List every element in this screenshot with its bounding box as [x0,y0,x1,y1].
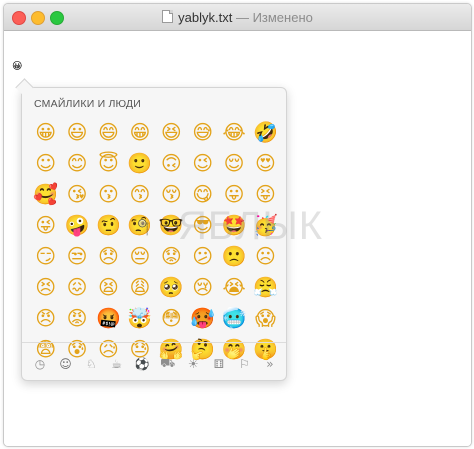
emoji-cell[interactable]: 😏 [30,240,61,271]
emoji-cell[interactable]: 🥶 [218,302,249,333]
emoji-picker: СМАЙЛИКИ И ЛЮДИ 😀 😃 😄 😁 😆 😅 😂 🤣 ☺ 😊 😇 🙂 🙃 😉 😌 😍 🥰 😘 😗 😙 😚 😋 😛 😝… [15,78,287,381]
emoji-cell[interactable]: 🥰 [30,178,61,209]
emoji-cell[interactable]: 😉 [187,147,218,178]
emoji-cell[interactable]: 🙂 [124,147,155,178]
filename: yablyk.txt [178,10,233,25]
emoji-cell[interactable]: 😭 [218,271,249,302]
emoji-cell[interactable]: 😍 [250,147,281,178]
emoji-cell[interactable]: 😎 [187,209,218,240]
emoji-cell[interactable]: 😢 [187,271,218,302]
emoji-cell[interactable]: 😁 [124,116,155,147]
emoji-cell[interactable]: 😠 [30,302,61,333]
emoji-cell[interactable]: 🤬 [93,302,124,333]
emoji-cell[interactable]: 😀 [30,116,61,147]
emoji-cell[interactable]: 😞 [93,240,124,271]
emoji-cell[interactable]: 😫 [93,271,124,302]
title-bar[interactable]: yablyk.txt — Изменено [4,4,471,31]
emoji-cell[interactable]: 🥵 [187,302,218,333]
emoji-cell[interactable]: 😤 [250,271,281,302]
emoji-cell[interactable]: 😇 [93,147,124,178]
text-editor-window: yablyk.txt — Изменено 😀 СМАЙЛИКИ И ЛЮДИ … [3,3,472,447]
emoji-cell[interactable]: 😕 [187,240,218,271]
emoji-cell[interactable]: 😟 [156,240,187,271]
emoji-cell[interactable]: 😖 [61,271,92,302]
emoji-cell[interactable]: 🥺 [156,271,187,302]
category-title: СМАЙЛИКИ И ЛЮДИ [34,98,141,110]
emoji-cell[interactable]: 🤯 [124,302,155,333]
emoji-cell[interactable]: 🙁 [218,240,249,271]
emoji-cell[interactable]: 😱 [250,302,281,333]
flag-icon[interactable]: ⚐ [234,357,254,371]
emoji-cell[interactable]: 🤪 [61,209,92,240]
inserted-emoji: 😀 [12,61,23,72]
emoji-cell[interactable]: 😩 [124,271,155,302]
emoji-cell[interactable]: 😄 [93,116,124,147]
emoji-cell[interactable]: 😃 [61,116,92,147]
animal-icon[interactable]: ♘ [81,357,101,371]
objects-icon[interactable]: ☀ [183,357,203,371]
emoji-cell[interactable]: 🧐 [124,209,155,240]
emoji-cell[interactable]: 🙃 [156,147,187,178]
window-title: yablyk.txt — Изменено [4,10,471,25]
symbols-icon[interactable]: ⚅ [209,357,229,371]
smiley-icon[interactable]: ☺ [56,357,76,371]
emoji-cell[interactable]: 😗 [93,178,124,209]
emoji-cell[interactable]: 😝 [250,178,281,209]
emoji-cell[interactable]: 😂 [218,116,249,147]
emoji-cell[interactable]: 😙 [124,178,155,209]
emoji-cell[interactable]: ☹ [250,240,281,271]
emoji-cell[interactable]: 😡 [61,302,92,333]
emoji-cell[interactable]: 🤩 [218,209,249,240]
travel-icon[interactable]: ⛟ [158,356,178,372]
emoji-cell[interactable]: 😣 [30,271,61,302]
more-icon[interactable]: » [260,357,280,371]
emoji-cell[interactable]: ☺ [30,147,61,178]
emoji-cell[interactable]: 😌 [218,147,249,178]
emoji-cell[interactable]: 😒 [61,240,92,271]
modified-status: Изменено [252,10,313,25]
emoji-cell[interactable]: 🤨 [93,209,124,240]
emoji-cell[interactable]: 😊 [61,147,92,178]
emoji-cell[interactable]: 😛 [218,178,249,209]
emoji-cell[interactable]: 😘 [61,178,92,209]
food-icon[interactable]: ☕ [107,357,127,371]
emoji-cell[interactable]: 😋 [187,178,218,209]
emoji-grid: 😀 😃 😄 😁 😆 😅 😂 🤣 ☺ 😊 😇 🙂 🙃 😉 😌 😍 🥰 😘 😗 😙 😚 😋 😛 😝 😜 🤪 🤨 🧐 🤓 😎 🤩 🥳 😏 😒 😞 😔 😟 😕 🙁 ☹… [30,116,286,364]
activity-icon[interactable]: ⚽ [132,357,152,371]
emoji-cell[interactable]: 🤓 [156,209,187,240]
emoji-cell[interactable]: 😜 [30,209,61,240]
emoji-cell[interactable]: 😅 [187,116,218,147]
title-separator: — [232,10,253,25]
emoji-cell[interactable]: 😔 [124,240,155,271]
emoji-cell[interactable]: 🥳 [250,209,281,240]
clock-icon[interactable]: ◷ [30,357,50,371]
category-bar: ◷ ☺ ♘ ☕ ⚽ ⛟ ☀ ⚅ ⚐ » [30,354,280,374]
emoji-cell[interactable]: 😆 [156,116,187,147]
emoji-cell[interactable]: 😚 [156,178,187,209]
emoji-cell[interactable]: 🤣 [250,116,281,147]
document-icon [162,10,174,23]
divider [22,342,286,343]
emoji-cell[interactable]: 😳 [156,302,187,333]
